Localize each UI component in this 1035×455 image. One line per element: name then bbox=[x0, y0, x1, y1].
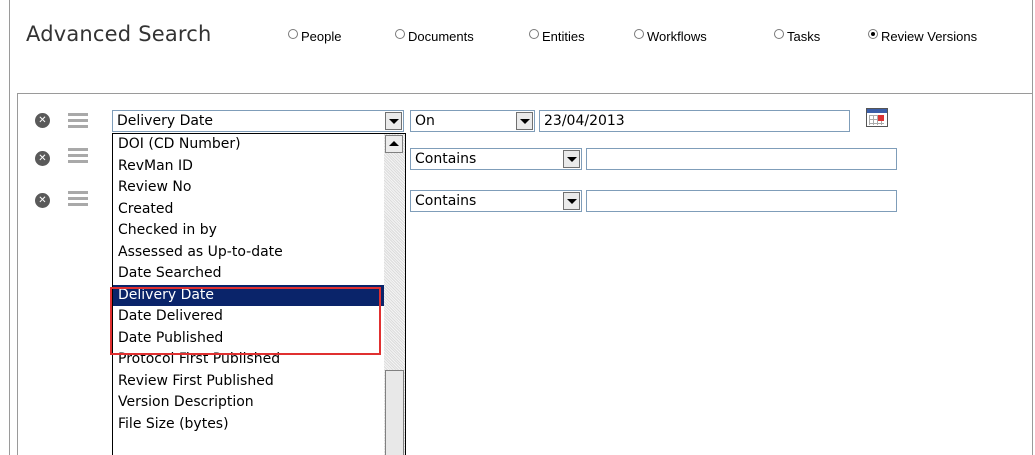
radio-button-icon[interactable] bbox=[634, 28, 644, 39]
radio-button-icon[interactable] bbox=[774, 28, 784, 39]
radio-tasks[interactable]: Tasks bbox=[774, 28, 821, 44]
operator-select[interactable]: On bbox=[410, 110, 535, 132]
radio-workflows[interactable]: Workflows bbox=[634, 28, 707, 44]
dropdown-option[interactable]: DOI (CD Number) bbox=[113, 134, 384, 156]
radio-review-versions[interactable]: Review Versions bbox=[868, 28, 978, 44]
radio-people[interactable]: People bbox=[288, 28, 342, 44]
field-select[interactable]: Delivery Date bbox=[112, 110, 404, 132]
dropdown-option[interactable]: Review No bbox=[113, 177, 384, 199]
dropdown-option[interactable]: Created bbox=[113, 199, 384, 221]
drag-handle-icon[interactable] bbox=[68, 148, 88, 163]
remove-criterion-icon[interactable]: ✕ bbox=[35, 193, 50, 208]
dropdown-option[interactable]: File Size (bytes) bbox=[113, 414, 384, 436]
field-select-value: Delivery Date bbox=[117, 113, 214, 129]
value-input[interactable] bbox=[586, 190, 897, 212]
scrollbar-thumb[interactable] bbox=[385, 370, 404, 455]
drag-handle-icon[interactable] bbox=[68, 191, 88, 206]
radio-entities[interactable]: Entities bbox=[529, 28, 585, 44]
page-title: Advanced Search bbox=[26, 22, 212, 46]
radio-label: Documents bbox=[408, 29, 474, 44]
dropdown-option[interactable]: Date Published bbox=[113, 328, 384, 350]
dropdown-option[interactable]: Date Searched bbox=[113, 263, 384, 285]
operator-select-value: Contains bbox=[415, 193, 477, 209]
dropdown-option[interactable]: Version Description bbox=[113, 392, 384, 414]
operator-select-value: On bbox=[415, 113, 435, 129]
dropdown-option[interactable]: Protocol First Published bbox=[113, 349, 384, 371]
chevron-down-icon[interactable] bbox=[563, 150, 580, 168]
radio-documents[interactable]: Documents bbox=[395, 28, 474, 44]
dropdown-option[interactable]: RevMan ID bbox=[113, 156, 384, 178]
dropdown-option[interactable]: Checked in by bbox=[113, 220, 384, 242]
chevron-down-icon[interactable] bbox=[563, 192, 580, 210]
remove-criterion-icon[interactable]: ✕ bbox=[35, 113, 50, 128]
scroll-up-arrow-icon[interactable] bbox=[385, 135, 403, 153]
dropdown-option-selected[interactable]: Delivery Date bbox=[113, 284, 384, 306]
radio-label: Workflows bbox=[647, 29, 707, 44]
chevron-down-icon[interactable] bbox=[516, 112, 533, 130]
radio-label: Entities bbox=[542, 29, 585, 44]
remove-criterion-icon[interactable]: ✕ bbox=[35, 151, 50, 166]
field-dropdown-list[interactable]: DOI (CD Number) RevMan ID Review No Crea… bbox=[112, 133, 406, 455]
operator-select[interactable]: Contains bbox=[410, 190, 582, 212]
radio-button-selected-icon[interactable] bbox=[868, 28, 878, 39]
value-input[interactable] bbox=[586, 148, 897, 170]
radio-label: People bbox=[301, 29, 342, 44]
operator-select[interactable]: Contains bbox=[410, 148, 582, 170]
drag-handle-icon[interactable] bbox=[68, 113, 88, 128]
dropdown-scrollbar[interactable] bbox=[384, 134, 405, 455]
dropdown-options: DOI (CD Number) RevMan ID Review No Crea… bbox=[113, 134, 384, 435]
operator-select-value: Contains bbox=[415, 151, 477, 167]
radio-button-icon[interactable] bbox=[395, 28, 405, 39]
chevron-down-icon[interactable] bbox=[385, 112, 402, 130]
calendar-icon[interactable] bbox=[866, 108, 888, 127]
radio-label: Review Versions bbox=[881, 29, 978, 44]
radio-button-icon[interactable] bbox=[288, 28, 298, 39]
dropdown-option[interactable]: Date Delivered bbox=[113, 306, 384, 328]
dropdown-option[interactable]: Review First Published bbox=[113, 371, 384, 393]
radio-button-icon[interactable] bbox=[529, 28, 539, 39]
radio-label: Tasks bbox=[787, 29, 821, 44]
dropdown-option[interactable]: Assessed as Up-to-date bbox=[113, 242, 384, 264]
date-value-input[interactable]: 23/04/2013 bbox=[539, 110, 850, 132]
